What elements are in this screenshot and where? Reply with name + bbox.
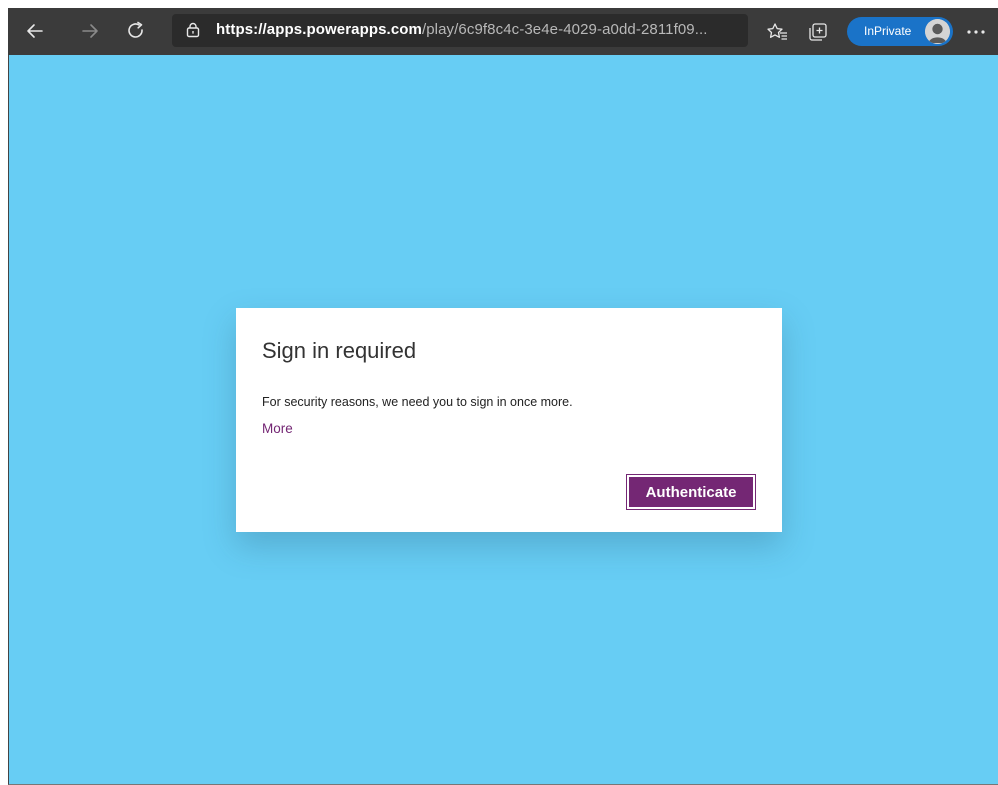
- url-host: https://apps.powerapps.com: [216, 21, 422, 38]
- back-button[interactable]: [20, 16, 50, 46]
- url-text[interactable]: https://apps.powerapps.com/play/6c9f8c4c…: [216, 21, 708, 38]
- refresh-icon: [128, 21, 143, 38]
- inprivate-button[interactable]: InPrivate: [847, 17, 953, 46]
- address-bar[interactable]: https://apps.powerapps.com/play/6c9f8c4c…: [172, 14, 895, 47]
- browser-toolbar: https://apps.powerapps.com/play/6c9f8c4c…: [8, 8, 998, 55]
- dialog-message: For security reasons, we need you to sig…: [262, 395, 573, 409]
- forward-arrow-icon: [82, 24, 98, 38]
- sign-in-dialog: Sign in required For security reasons, w…: [236, 308, 782, 532]
- back-arrow-icon: [27, 24, 43, 38]
- dialog-title: Sign in required: [262, 338, 417, 363]
- url-path: /play/6c9f8c4c-3e4e-4029-a0dd-2811f09...: [421, 21, 708, 38]
- avatar: [925, 19, 950, 44]
- more-link[interactable]: More: [262, 421, 293, 436]
- inprivate-label: InPrivate: [864, 24, 912, 38]
- lock-icon[interactable]: [185, 22, 201, 38]
- more-icon[interactable]: [964, 23, 988, 41]
- favorites-icon[interactable]: [766, 21, 788, 43]
- collections-icon[interactable]: [807, 21, 829, 43]
- forward-button[interactable]: [75, 16, 105, 46]
- authenticate-button[interactable]: Authenticate: [626, 474, 756, 510]
- refresh-button[interactable]: [121, 16, 151, 46]
